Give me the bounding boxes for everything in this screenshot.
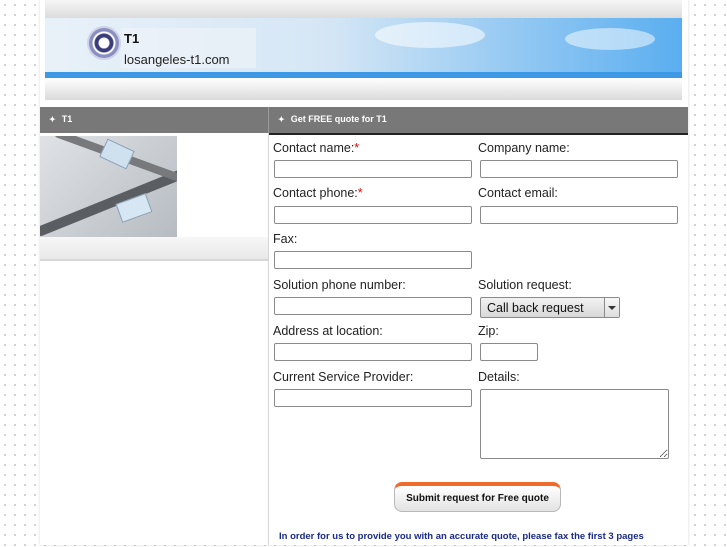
fax-instruction-note: In order for us to provide you with an a… (279, 531, 644, 542)
details-label: Details: (478, 370, 520, 384)
contact-phone-label: Contact phone:* (273, 186, 363, 200)
company-name-field[interactable] (480, 160, 678, 178)
details-textarea[interactable] (480, 389, 669, 459)
contact-name-label: Contact name:* (273, 141, 360, 155)
address-label: Address at location: (273, 324, 383, 338)
circle-logo-icon (89, 28, 119, 58)
zip-field[interactable] (480, 343, 538, 361)
solution-request-select[interactable]: Call back request (480, 297, 620, 318)
cloud-decoration (565, 28, 655, 50)
required-mark: * (357, 186, 363, 200)
solution-phone-label: Solution phone number: (273, 278, 406, 292)
left-shadow-bar (40, 237, 268, 261)
provider-field[interactable] (274, 389, 472, 407)
bullet-icon: ✦ (49, 115, 56, 124)
contact-name-field[interactable] (274, 160, 472, 178)
provider-label: Current Service Provider: (273, 370, 414, 384)
brand-url: losangeles-t1.com (124, 52, 230, 67)
bullet-icon: ✦ (278, 115, 285, 124)
cloud-decoration (375, 22, 485, 48)
zip-label: Zip: (478, 324, 499, 338)
quote-form: Contact name:* Company name: Contact pho… (269, 133, 688, 547)
left-section-title: ✦ T1 (49, 114, 73, 124)
submit-quote-button[interactable]: Submit request for Free quote (394, 482, 561, 512)
solution-request-value: Call back request (487, 301, 584, 315)
solution-request-label: Solution request: (478, 278, 572, 292)
required-mark: * (354, 141, 360, 155)
page-container: T1 losangeles-t1.com ✦ T1 ✦ Get FREE quote… (40, 0, 688, 545)
company-name-label: Company name: (478, 141, 570, 155)
fax-label: Fax: (273, 232, 298, 246)
network-cable-image (40, 136, 177, 237)
contact-phone-field[interactable] (274, 206, 472, 224)
chevron-down-icon[interactable] (604, 298, 619, 317)
solution-phone-field[interactable] (274, 297, 472, 315)
brand-name: T1 (124, 31, 140, 46)
contact-email-label: Contact email: (478, 186, 558, 200)
fax-field[interactable] (274, 251, 472, 269)
left-column (40, 133, 269, 545)
header-underbar (45, 78, 682, 100)
top-bar (45, 0, 682, 18)
section-header-band: ✦ T1 ✦ Get FREE quote for T1 (40, 107, 688, 133)
header-banner: T1 losangeles-t1.com (45, 18, 682, 78)
right-section-title: ✦ Get FREE quote for T1 (278, 114, 387, 124)
band-separator (268, 107, 269, 133)
contact-email-field[interactable] (480, 206, 678, 224)
address-field[interactable] (274, 343, 472, 361)
